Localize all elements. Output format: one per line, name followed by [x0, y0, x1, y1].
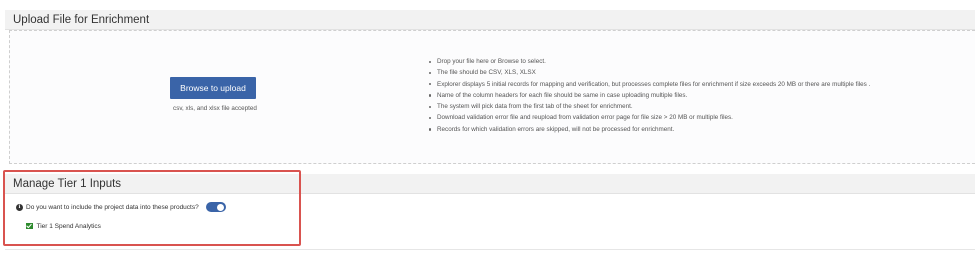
include-project-data-toggle[interactable] [205, 202, 226, 212]
instruction-item: Download validation error file and reupl… [427, 112, 972, 123]
upload-section-title: Upload File for Enrichment [13, 13, 150, 26]
instruction-item: The file should be CSV, XLS, XLSX [427, 67, 972, 78]
upload-section-header: Upload File for Enrichment [5, 10, 975, 30]
check-icon [26, 223, 32, 229]
accepted-file-types-note: csv, xls, and xlsx file accepted [173, 105, 257, 112]
include-project-data-question: Do you want to include the project data … [26, 203, 199, 211]
divider [5, 249, 975, 250]
tier1-spend-analytics-label: Tier 1 Spend Analytics [36, 222, 101, 230]
instruction-item: Explorer displays 5 initial records for … [427, 79, 972, 90]
browse-to-upload-button[interactable]: Browse to upload [170, 77, 256, 99]
tier1-spend-analytics-row: Tier 1 Spend Analytics [26, 221, 101, 231]
toggle-knob [217, 203, 225, 211]
include-project-data-row: i Do you want to include the project dat… [16, 201, 226, 213]
tier-section-title: Manage Tier 1 Inputs [13, 177, 122, 190]
tier-section-header: Manage Tier 1 Inputs [5, 174, 975, 194]
instruction-item: The system will pick data from the first… [427, 101, 972, 112]
instruction-item: Name of the column headers for each file… [427, 90, 972, 101]
upload-instructions-list: Drop your file here or Browse to select.… [427, 56, 972, 135]
instruction-item: Records for which validation errors are … [427, 124, 972, 135]
tier1-spend-analytics-checkbox[interactable] [26, 222, 33, 230]
info-icon[interactable]: i [16, 203, 23, 211]
file-dropzone[interactable]: Browse to upload csv, xls, and xlsx file… [9, 30, 975, 164]
instruction-item: Drop your file here or Browse to select. [427, 56, 972, 67]
